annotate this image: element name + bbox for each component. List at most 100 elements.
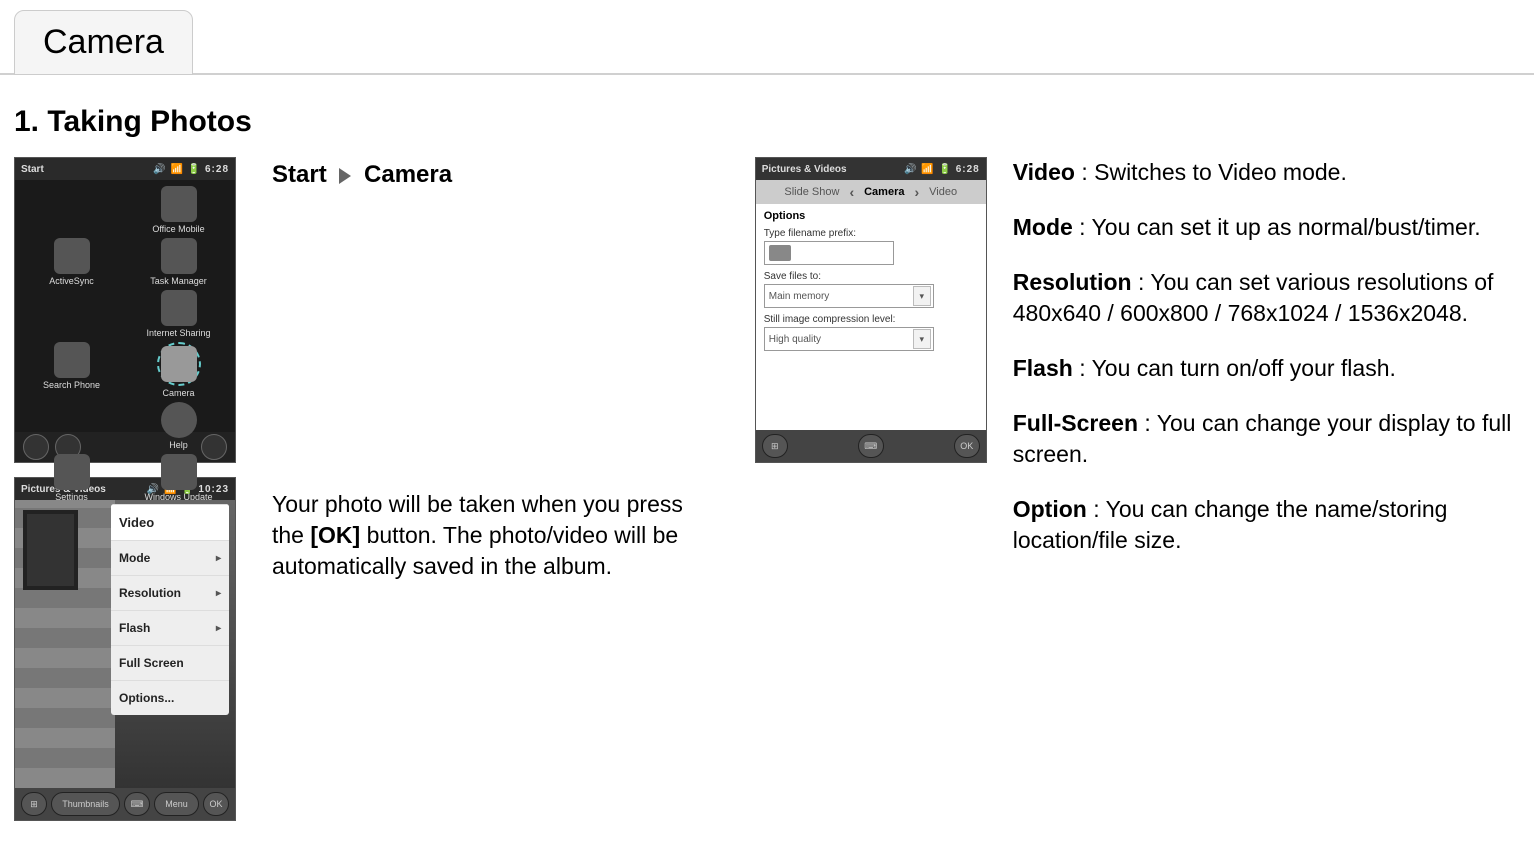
camera-icon [161, 346, 197, 382]
def-option: Option : You can change the name/storing… [1013, 494, 1520, 556]
select-value: High quality [769, 334, 821, 345]
start-button[interactable]: ⊞ [21, 792, 47, 816]
keyboard-button[interactable]: ⌨ [858, 434, 884, 458]
status-title: Start [21, 164, 44, 175]
start-item-camera[interactable]: Camera [128, 342, 229, 398]
screenshot-camera-menu: Pictures & Videos 🔊 📶 🔋 10:23 Video Mode… [14, 477, 236, 821]
options-tabs: Slide Show ‹ Camera › Video [756, 180, 986, 204]
dropdown-arrow-icon: ▾ [913, 329, 931, 349]
camera-preview [15, 500, 115, 788]
start-item-label: Search Phone [43, 380, 100, 390]
screenshot-start-menu: Start 🔊 📶 🔋 6:28 Office Mobile ActiveSyn… [14, 157, 236, 463]
start-item-help[interactable]: Help [128, 402, 229, 450]
menu-item-mode[interactable]: Mode ▸ [111, 540, 229, 575]
term: Video [1013, 159, 1075, 185]
breadcrumb-item: Start [272, 161, 327, 188]
menu-label: Options... [119, 691, 174, 705]
menu-label: Full Screen [119, 656, 184, 670]
tab-underline [0, 73, 1534, 75]
ok-button[interactable]: OK [954, 434, 980, 458]
select-compression[interactable]: High quality ▾ [764, 327, 934, 351]
bottom-bar: ⊞ Thumbnails ⌨ Menu OK [15, 788, 235, 820]
form-heading: Options [764, 210, 978, 222]
select-value: Main memory [769, 291, 830, 302]
submenu-arrow-icon: ▸ [216, 553, 221, 564]
search-phone-icon [54, 342, 90, 378]
start-item-office[interactable]: Office Mobile [128, 186, 229, 234]
status-icons: 🔊 📶 🔋 6:28 [153, 164, 229, 175]
tab-video[interactable]: Video [929, 186, 957, 198]
menu-label: Mode [119, 551, 150, 565]
start-item-label: ActiveSync [49, 276, 94, 286]
text-bold: [OK] [310, 522, 360, 548]
term: Resolution [1013, 269, 1132, 295]
camera-highlight [157, 342, 201, 386]
menu-item-fullscreen[interactable]: Full Screen [111, 645, 229, 680]
start-item-label: Task Manager [150, 276, 207, 286]
start-item-label: Camera [162, 388, 194, 398]
status-title: Pictures & Videos [762, 164, 847, 175]
chevron-right-icon[interactable]: › [914, 184, 919, 200]
start-item-activesync[interactable]: ActiveSync [21, 238, 122, 286]
activesync-icon [54, 238, 90, 274]
menu-item-video[interactable]: Video [111, 504, 229, 540]
breadcrumb-item: Camera [364, 161, 452, 188]
keyboard-button[interactable]: ⌨ [124, 792, 150, 816]
label-compression: Still image compression level: [764, 314, 978, 325]
desc: : You can turn on/off your flash. [1073, 355, 1396, 381]
start-item-label: Office Mobile [152, 224, 204, 234]
ok-button[interactable]: OK [203, 792, 229, 816]
prefix-icon [769, 245, 791, 261]
input-filename-prefix[interactable] [764, 241, 894, 265]
start-item-windows-update[interactable]: Windows Update [128, 454, 229, 502]
start-item-taskmanager[interactable]: Task Manager [128, 238, 229, 286]
start-item-label: Help [169, 440, 188, 450]
status-icons: 🔊 📶 🔋 6:28 [904, 164, 980, 175]
term: Full-Screen [1013, 410, 1138, 436]
def-video: Video : Switches to Video mode. [1013, 157, 1520, 188]
def-fullscreen: Full-Screen : You can change your displa… [1013, 408, 1520, 470]
start-button[interactable]: ⊞ [762, 434, 788, 458]
start-item-internet-sharing[interactable]: Internet Sharing [128, 290, 229, 338]
page-tab: Camera [14, 10, 193, 75]
select-save-to[interactable]: Main memory ▾ [764, 284, 934, 308]
def-resolution: Resolution : You can set various resolut… [1013, 267, 1520, 329]
desc: : You can set it up as normal/bust/timer… [1073, 214, 1481, 240]
status-bar: Pictures & Videos 🔊 📶 🔋 6:28 [756, 158, 986, 180]
bottom-bar: ⊞ ⌨ OK [756, 430, 986, 462]
help-icon [161, 402, 197, 438]
section-heading: 1. Taking Photos [14, 105, 1534, 139]
menu-label: Resolution [119, 586, 181, 600]
submenu-arrow-icon: ▸ [216, 588, 221, 599]
term: Flash [1013, 355, 1073, 381]
dropdown-arrow-icon: ▾ [913, 286, 931, 306]
soft-right-button[interactable]: Menu [154, 792, 199, 816]
desc: : Switches to Video mode. [1075, 159, 1347, 185]
camera-menu: Video Mode ▸ Resolution ▸ Flash ▸ Full Scre… [111, 504, 229, 715]
term: Mode [1013, 214, 1073, 240]
chevron-left-icon[interactable]: ‹ [849, 184, 854, 200]
start-item-search-phone[interactable]: Search Phone [21, 342, 122, 398]
tab-camera[interactable]: Camera [864, 186, 904, 198]
screenshot-options: Pictures & Videos 🔊 📶 🔋 6:28 Slide Show … [755, 157, 987, 463]
status-bar: Start 🔊 📶 🔋 6:28 [15, 158, 235, 180]
menu-item-resolution[interactable]: Resolution ▸ [111, 575, 229, 610]
submenu-arrow-icon: ▸ [216, 623, 221, 634]
menu-label: Video [119, 515, 154, 530]
options-form: Options Type filename prefix: Save files… [756, 204, 986, 430]
soft-left-button[interactable]: Thumbnails [51, 792, 120, 816]
paragraph-take-photo: Your photo will be taken when you press … [272, 489, 695, 582]
office-icon [161, 186, 197, 222]
def-mode: Mode : You can set it up as normal/bust/… [1013, 212, 1520, 243]
label-filename-prefix: Type filename prefix: [764, 228, 978, 239]
start-item-label: Internet Sharing [146, 328, 210, 338]
tab-slideshow[interactable]: Slide Show [784, 186, 839, 198]
menu-label: Flash [119, 621, 150, 635]
menu-item-options[interactable]: Options... [111, 680, 229, 715]
internet-sharing-icon [161, 290, 197, 326]
def-flash: Flash : You can turn on/off your flash. [1013, 353, 1520, 384]
start-item-settings[interactable]: Settings [21, 454, 122, 502]
term: Option [1013, 496, 1087, 522]
breadcrumb-arrow-icon [339, 168, 351, 184]
menu-item-flash[interactable]: Flash ▸ [111, 610, 229, 645]
